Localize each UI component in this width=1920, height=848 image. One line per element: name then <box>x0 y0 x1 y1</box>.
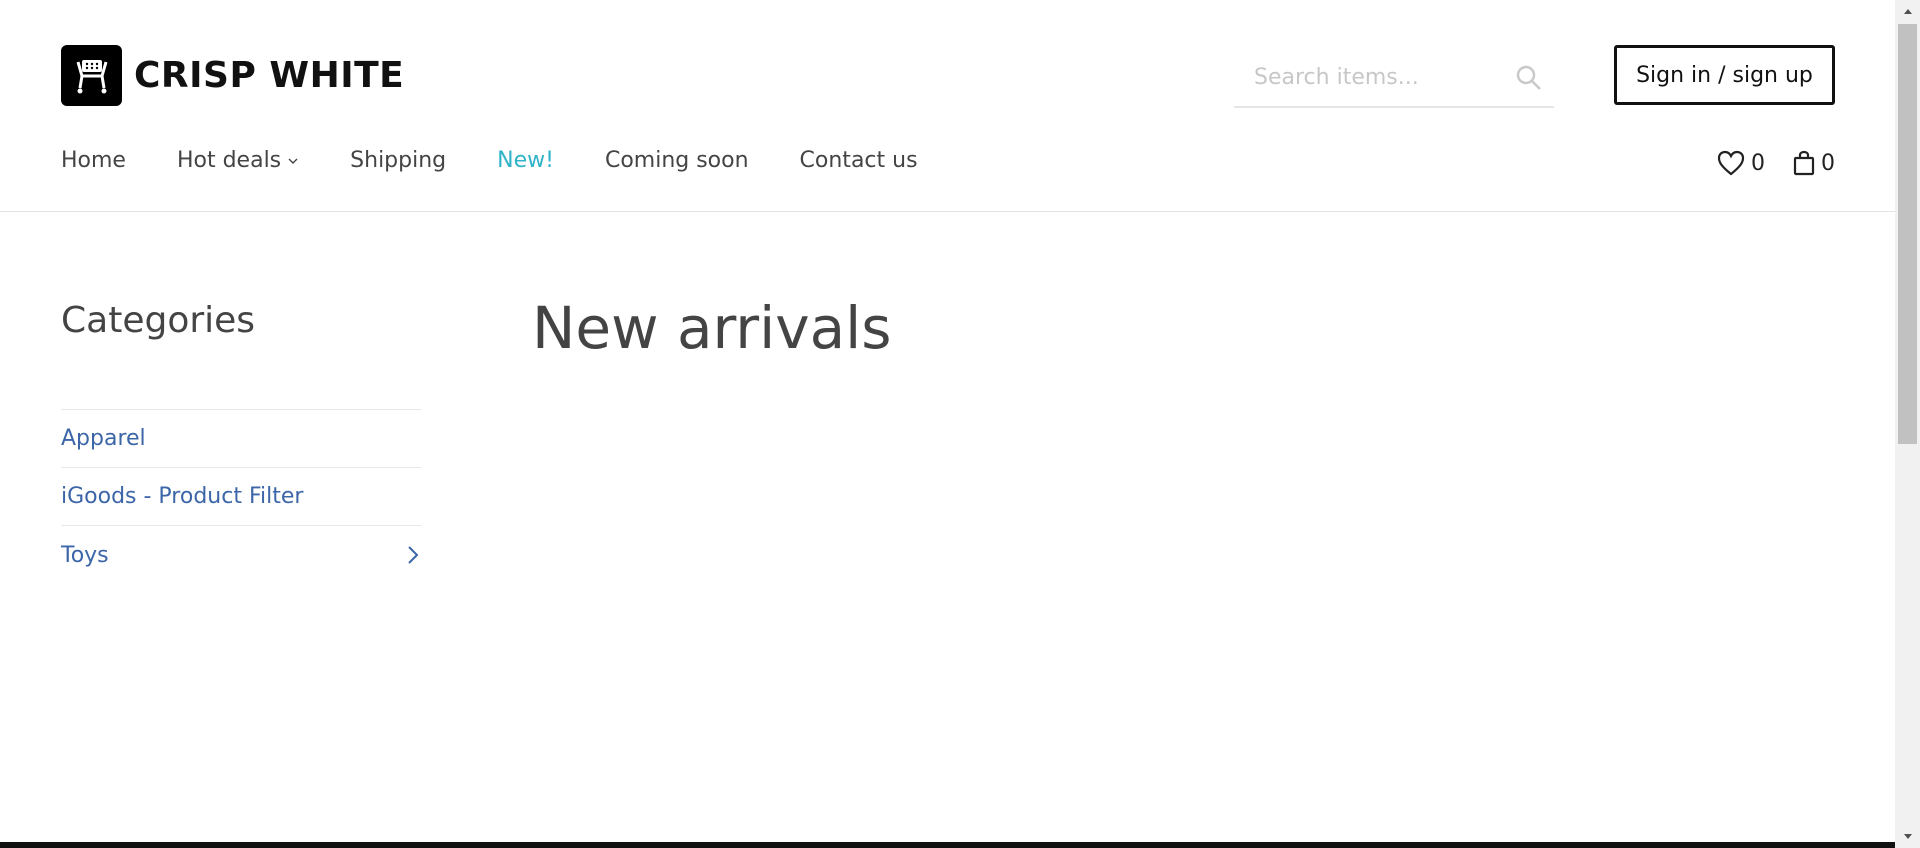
category-item-toys[interactable]: Toys <box>61 526 421 584</box>
brand-name: CRISP WHITE <box>134 55 405 96</box>
shopping-bag-icon <box>1793 150 1815 176</box>
chevron-down-icon <box>288 158 298 164</box>
brand-logo[interactable]: CRISP WHITE <box>61 45 404 106</box>
categories-sidebar: Categories Apparel iGoods - Product Filt… <box>61 300 421 584</box>
category-label: Toys <box>61 542 109 568</box>
category-item-apparel[interactable]: Apparel <box>61 410 421 468</box>
sidebar-title: Categories <box>61 300 256 341</box>
scroll-up-arrow-icon[interactable] <box>1895 0 1920 22</box>
store-logo-icon <box>61 45 122 106</box>
main-nav: Home Hot deals Shipping New! Coming soon… <box>61 148 969 173</box>
wishlist-counter[interactable]: 0 <box>1717 150 1765 176</box>
nav-contact-us[interactable]: Contact us <box>800 148 918 173</box>
nav-hot-deals[interactable]: Hot deals <box>177 148 299 173</box>
search-box <box>1234 52 1554 108</box>
wishlist-count: 0 <box>1751 150 1765 176</box>
page: CRISP WHITE Sign in / sign up Home Hot d… <box>0 0 1895 848</box>
cart-counter[interactable]: 0 <box>1793 150 1835 176</box>
search-icon[interactable] <box>1514 63 1544 93</box>
search-input[interactable] <box>1234 52 1504 102</box>
category-label: iGoods - Product Filter <box>61 484 304 509</box>
nav-new[interactable]: New! <box>497 148 554 173</box>
nav-coming-soon[interactable]: Coming soon <box>605 148 749 173</box>
chevron-right-icon[interactable] <box>405 544 421 566</box>
category-item-igoods[interactable]: iGoods - Product Filter <box>61 468 421 526</box>
signin-button[interactable]: Sign in / sign up <box>1614 45 1835 105</box>
main-content: New arrivals <box>532 294 891 362</box>
cart-count: 0 <box>1821 150 1835 176</box>
nav-hot-deals-label: Hot deals <box>176 148 282 173</box>
header-counters: 0 0 <box>1689 150 1835 176</box>
nav-shipping[interactable]: Shipping <box>350 148 446 173</box>
scroll-down-arrow-icon[interactable] <box>1895 826 1920 848</box>
site-header: CRISP WHITE Sign in / sign up Home Hot d… <box>0 0 1895 212</box>
footer-edge <box>0 842 1895 848</box>
vertical-scrollbar[interactable] <box>1895 0 1920 848</box>
scrollbar-thumb[interactable] <box>1898 24 1917 444</box>
nav-home[interactable]: Home <box>61 148 126 173</box>
category-label: Apparel <box>61 426 146 451</box>
category-list: Apparel iGoods - Product Filter Toys <box>61 409 421 584</box>
heart-icon <box>1717 150 1745 176</box>
page-title: New arrivals <box>532 294 892 362</box>
